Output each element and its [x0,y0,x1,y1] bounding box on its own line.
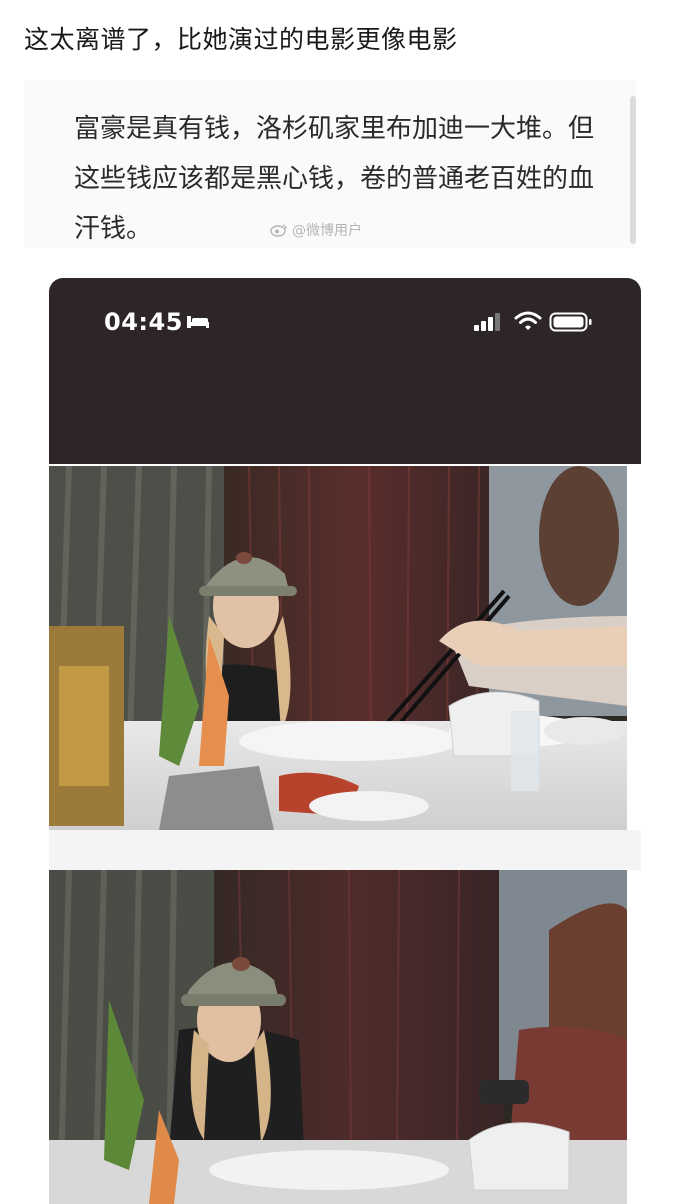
phone-status-area: 04:45 [49,278,641,464]
photo-separator [49,830,641,870]
phone-screenshot: 04:45 [49,278,641,1204]
watermark: @微博用户 [270,220,362,240]
status-time: 04:45 [104,308,183,336]
post-page: 这太离谱了，比她演过的电影更像电影 富豪是真有钱，洛杉矶家里布加迪一大堆。但这些… [0,0,690,1204]
restaurant-photo-2 [49,870,627,1204]
wifi-icon [514,311,542,330]
weibo-logo-icon [270,224,287,237]
watermark-text: @微博用户 [292,223,362,239]
quote-scrollbar [630,96,636,244]
battery-icon [549,312,592,332]
bed-icon [187,316,209,328]
restaurant-photo-1 [49,466,627,830]
signal-icon [474,313,500,331]
post-title: 这太离谱了，比她演过的电影更像电影 [24,25,458,54]
